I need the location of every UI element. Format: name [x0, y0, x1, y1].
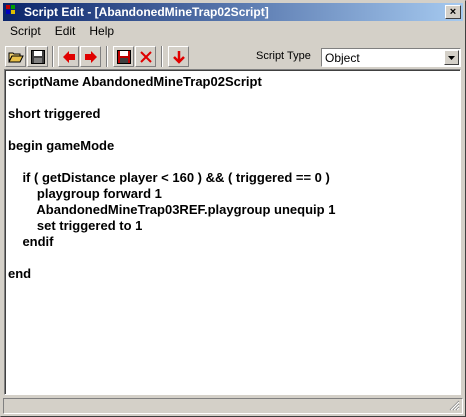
code-line: scriptName AbandonedMineTrap02Script: [8, 74, 262, 89]
delete-button[interactable]: [135, 46, 156, 67]
arrow-down-icon: [172, 50, 185, 64]
toolbar-separator: [52, 46, 54, 67]
close-button[interactable]: ×: [445, 5, 461, 19]
script-type-label: Script Type: [256, 50, 311, 62]
red-x-icon: [139, 50, 152, 63]
toolbar-separator: [161, 46, 163, 67]
status-bar: [3, 398, 463, 414]
code-line: end: [8, 266, 32, 281]
window-title: Script Edit - [AbandonedMineTrap02Script…: [24, 5, 269, 19]
code-line: begin gameMode: [8, 138, 115, 153]
menu-edit[interactable]: Edit: [48, 22, 83, 40]
script-type-select[interactable]: Object: [321, 48, 461, 67]
save-button[interactable]: [27, 46, 48, 67]
arrow-right-icon: [84, 50, 97, 63]
menu-help[interactable]: Help: [82, 22, 121, 40]
code-line: if ( getDistance player < 160 ) && ( tri…: [8, 170, 330, 185]
code-line: playgroup forward 1: [8, 186, 162, 201]
code-line: short triggered: [8, 106, 101, 121]
red-floppy-icon: [116, 49, 131, 64]
chevron-down-icon: [448, 56, 455, 60]
script-type-value: Object: [325, 51, 360, 65]
open-button[interactable]: [5, 46, 26, 67]
script-editor[interactable]: scriptName AbandonedMineTrap02Script sho…: [4, 69, 461, 395]
resize-grip-icon[interactable]: [449, 400, 460, 411]
code-line: endif: [8, 234, 54, 249]
folder-open-icon: [7, 52, 24, 62]
compile-button[interactable]: [168, 46, 189, 67]
floppy-disk-icon: [30, 49, 45, 64]
toolbar: Script Type Object: [3, 43, 463, 71]
next-script-button[interactable]: [80, 46, 101, 67]
code-line: set triggered to 1: [8, 218, 143, 233]
dropdown-button[interactable]: [444, 50, 459, 65]
app-icon: [6, 5, 20, 19]
toolbar-separator: [106, 46, 108, 67]
arrow-left-icon: [62, 50, 75, 63]
save-red-button[interactable]: [113, 46, 134, 67]
code-line: AbandonedMineTrap03REF.playgroup unequip…: [8, 202, 336, 217]
title-bar[interactable]: Script Edit - [AbandonedMineTrap02Script…: [3, 3, 463, 21]
menu-script[interactable]: Script: [3, 22, 48, 40]
script-edit-window: Script Edit - [AbandonedMineTrap02Script…: [0, 0, 466, 417]
previous-script-button[interactable]: [58, 46, 79, 67]
menu-bar: Script Edit Help: [3, 22, 121, 40]
